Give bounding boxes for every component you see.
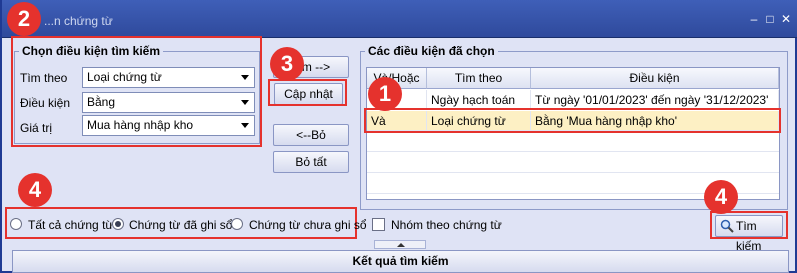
results-header: Kết quả tìm kiếm bbox=[12, 250, 789, 273]
empty-row bbox=[367, 132, 779, 152]
condition-value: Bằng bbox=[87, 95, 116, 109]
unposted-label[interactable]: Chứng từ chưa ghi sổ bbox=[249, 218, 367, 232]
table-row[interactable]: Ngày hạch toán Từ ngày '01/01/2023' đến … bbox=[367, 90, 779, 110]
annotation-badge-1: 1 bbox=[368, 77, 402, 111]
radio-posted[interactable] bbox=[112, 218, 124, 230]
search-by-label: Tìm theo bbox=[20, 71, 68, 85]
chevron-down-icon bbox=[241, 123, 249, 128]
collapse-arrow-icon bbox=[397, 243, 405, 247]
panel-splitter[interactable] bbox=[374, 240, 426, 249]
column-header-field[interactable]: Tìm theo bbox=[427, 68, 531, 89]
field-cell: Ngày hạch toán bbox=[427, 90, 531, 110]
remove-button[interactable]: <--Bỏ bbox=[273, 124, 349, 146]
empty-row bbox=[367, 153, 779, 173]
annotation-badge-2: 2 bbox=[7, 2, 41, 36]
selected-legend: Các điều kiện đã chọn bbox=[368, 44, 495, 58]
all-docs-label[interactable]: Tất cả chứng từ bbox=[28, 218, 113, 232]
group-by-checkbox[interactable] bbox=[372, 218, 385, 231]
condition-cell: Từ ngày '01/01/2023' đến ngày '31/12/202… bbox=[531, 90, 779, 110]
title-bar[interactable]: ...n chứng từ – □ ✕ bbox=[2, 0, 797, 38]
column-header-condition[interactable]: Điều kiện bbox=[531, 68, 779, 89]
window-title: ...n chứng từ bbox=[44, 14, 113, 28]
close-icon[interactable]: ✕ bbox=[779, 12, 793, 26]
value-value: Mua hàng nhập kho bbox=[87, 118, 194, 132]
annotation-box-4b bbox=[710, 211, 788, 239]
annotation-box-3 bbox=[268, 79, 347, 106]
condition-label: Điều kiện bbox=[20, 96, 71, 110]
condition-select[interactable]: Bằng bbox=[82, 92, 255, 113]
search-documents-window: ...n chứng từ – □ ✕ Chọn điều kiện tìm k… bbox=[0, 0, 797, 273]
chevron-down-icon bbox=[241, 100, 249, 105]
search-by-select[interactable]: Loại chứng từ bbox=[82, 67, 255, 88]
value-select[interactable]: Mua hàng nhập kho bbox=[82, 115, 255, 136]
posted-label[interactable]: Chứng từ đã ghi sổ bbox=[129, 218, 232, 232]
chevron-down-icon bbox=[241, 75, 249, 80]
minimize-icon[interactable]: – bbox=[747, 12, 761, 26]
value-label: Giá trị bbox=[20, 121, 53, 135]
radio-all-docs[interactable] bbox=[10, 218, 22, 230]
radio-unposted[interactable] bbox=[231, 218, 243, 230]
annotation-badge-4a: 4 bbox=[18, 173, 52, 207]
remove-all-button[interactable]: Bỏ tất bbox=[273, 151, 349, 173]
annotation-badge-3: 3 bbox=[270, 47, 304, 81]
annotation-box-1 bbox=[364, 108, 781, 133]
group-by-label[interactable]: Nhóm theo chứng từ bbox=[391, 218, 502, 232]
annotation-badge-4b: 4 bbox=[704, 180, 738, 214]
maximize-icon[interactable]: □ bbox=[763, 12, 777, 26]
search-by-value: Loại chứng từ bbox=[87, 70, 162, 84]
